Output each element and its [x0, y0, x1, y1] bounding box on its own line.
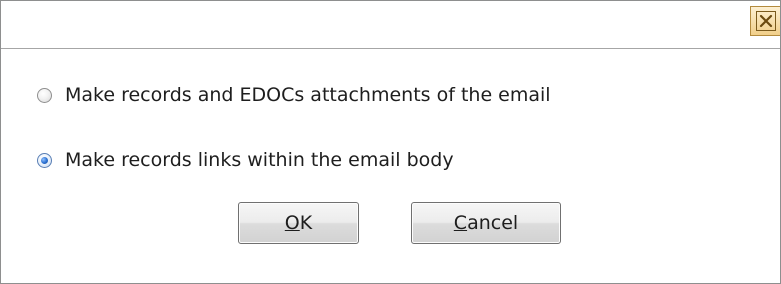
ok-button[interactable]: OK — [238, 202, 359, 244]
close-button[interactable] — [750, 6, 780, 36]
dialog-content: Make records and EDOCs attachments of th… — [1, 49, 780, 283]
cancel-button[interactable]: Cancel — [411, 202, 561, 244]
cancel-label-rest: ancel — [467, 212, 519, 234]
option-attachments[interactable]: Make records and EDOCs attachments of th… — [37, 84, 551, 106]
option-links-label: Make records links within the email body — [65, 149, 454, 171]
option-links[interactable]: Make records links within the email body — [37, 149, 454, 171]
ok-label-rest: K — [299, 212, 313, 234]
radio-links[interactable] — [37, 152, 52, 168]
ok-mnemonic: O — [284, 212, 300, 234]
title-bar — [1, 1, 780, 49]
radio-attachments[interactable] — [37, 87, 52, 103]
cancel-mnemonic: C — [453, 212, 468, 234]
close-icon — [755, 11, 776, 31]
option-attachments-label: Make records and EDOCs attachments of th… — [65, 84, 551, 106]
dialog: Make records and EDOCs attachments of th… — [0, 0, 781, 284]
